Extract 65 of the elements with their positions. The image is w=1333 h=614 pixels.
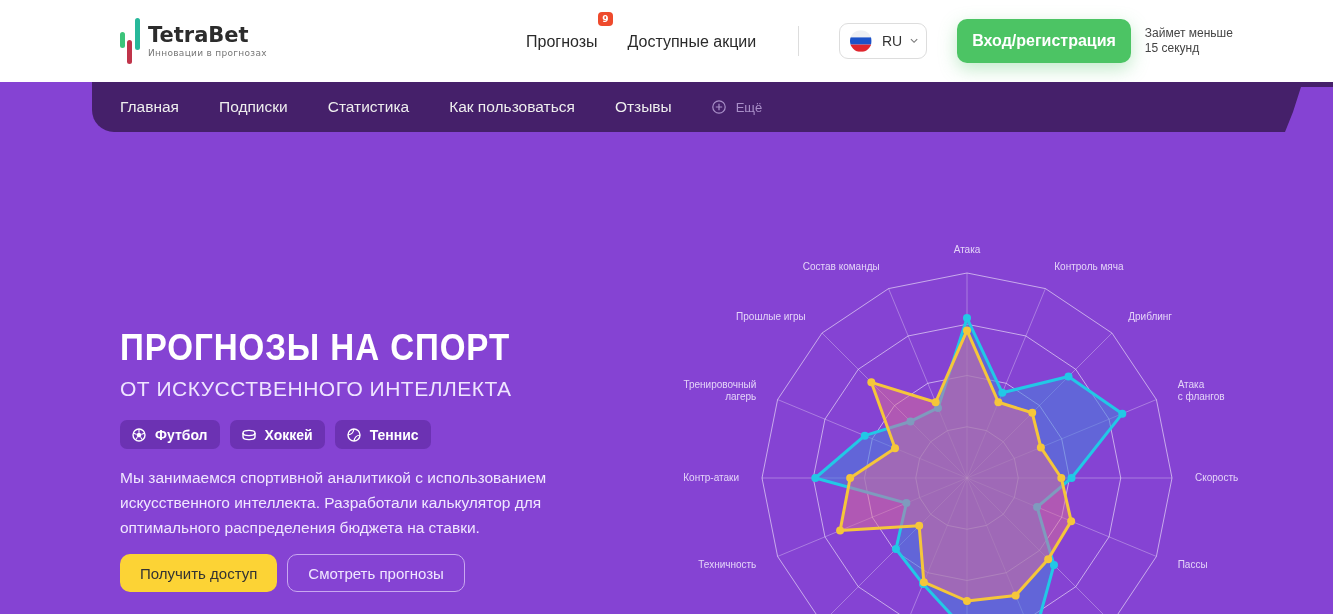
axis-label: Скорость [1195, 471, 1239, 485]
nav-link[interactable]: Ещё [711, 99, 763, 115]
hero-description: Мы занимаемся спортивной аналитикой с использованием искусственного интеллекта. Разработали калькулятор для оптимального распределения бюджета на ставки. [120, 468, 548, 538]
data-point [1011, 591, 1020, 600]
data-point [933, 403, 942, 412]
data-point [1049, 560, 1058, 569]
data-point [1064, 372, 1073, 381]
data-point [963, 314, 971, 323]
hero-title: ПРОГНОЗЫ НА СПОРТ [120, 328, 512, 368]
data-point [1118, 409, 1127, 418]
chevron-down-icon [910, 38, 919, 44]
data-point [860, 431, 869, 440]
sport-tag[interactable]: Хоккей [229, 420, 325, 449]
axis-label: Техничность [698, 559, 757, 572]
data-point [931, 398, 940, 407]
data-point [1044, 555, 1053, 564]
hero-subtitle: ОТ ИСКУССТВЕННОГО ИНТЕЛЛЕКТА [120, 376, 513, 402]
plus-circle-icon [711, 100, 726, 114]
data-point [891, 545, 900, 554]
data-point [963, 597, 971, 605]
language-select[interactable]: RU [839, 23, 928, 59]
axis-label: Атака с флангов [1177, 378, 1225, 404]
count-badge: 9 [598, 11, 613, 26]
nav-link[interactable]: Главная [120, 98, 179, 116]
data-point [998, 388, 1007, 397]
data-point [891, 444, 900, 453]
axis-label: Контр-атаки [683, 471, 739, 485]
data-point [846, 474, 855, 482]
axis-label: Состав команды [802, 261, 880, 274]
header-link[interactable]: Доступные акции [627, 32, 757, 50]
tennis-ball-icon [346, 427, 361, 442]
data-point [963, 326, 971, 335]
nav-link[interactable]: Подписки [219, 98, 288, 116]
axis-label: Контроль мяча [1054, 261, 1124, 274]
data-point [906, 417, 915, 426]
header-link[interactable]: Прогнозы [526, 32, 598, 50]
soccer-ball-icon [132, 427, 146, 442]
data-point [867, 378, 876, 387]
access-button[interactable]: Получить доступ [120, 554, 278, 592]
logo-tagline: Инновации в прогнозах [148, 47, 267, 58]
axis-label: Прошлые игры [736, 310, 806, 323]
data-point [994, 398, 1003, 407]
nav-link[interactable]: Как пользоваться [449, 98, 575, 116]
logo-name: TetraBet [148, 24, 250, 46]
axis-label: Пассы [1177, 559, 1208, 572]
data-point [1067, 517, 1076, 526]
axis-label: Тренировочный лагерь [683, 378, 757, 404]
puck-icon [241, 427, 256, 442]
axis-label: Атака [953, 243, 981, 257]
nav-link[interactable]: Отзывы [614, 98, 672, 116]
logo-bars-icon [120, 18, 142, 64]
flag-icon [850, 29, 872, 53]
forecasts-button[interactable]: Смотреть прогнозы [287, 554, 465, 592]
data-point [1028, 408, 1037, 417]
sport-tag[interactable]: Футбол [120, 420, 220, 449]
axis-label: Дриблинг [1128, 310, 1172, 323]
data-point [1033, 503, 1042, 512]
data-point [915, 521, 924, 530]
data-point [902, 499, 911, 508]
data-point [836, 526, 845, 535]
nav-link[interactable]: Статистика [327, 98, 410, 116]
login-note: Займет меньше 15 секунд [1144, 26, 1233, 56]
sport-tag[interactable]: Теннис [334, 420, 431, 449]
data-point [1036, 443, 1045, 452]
data-point [811, 474, 820, 482]
